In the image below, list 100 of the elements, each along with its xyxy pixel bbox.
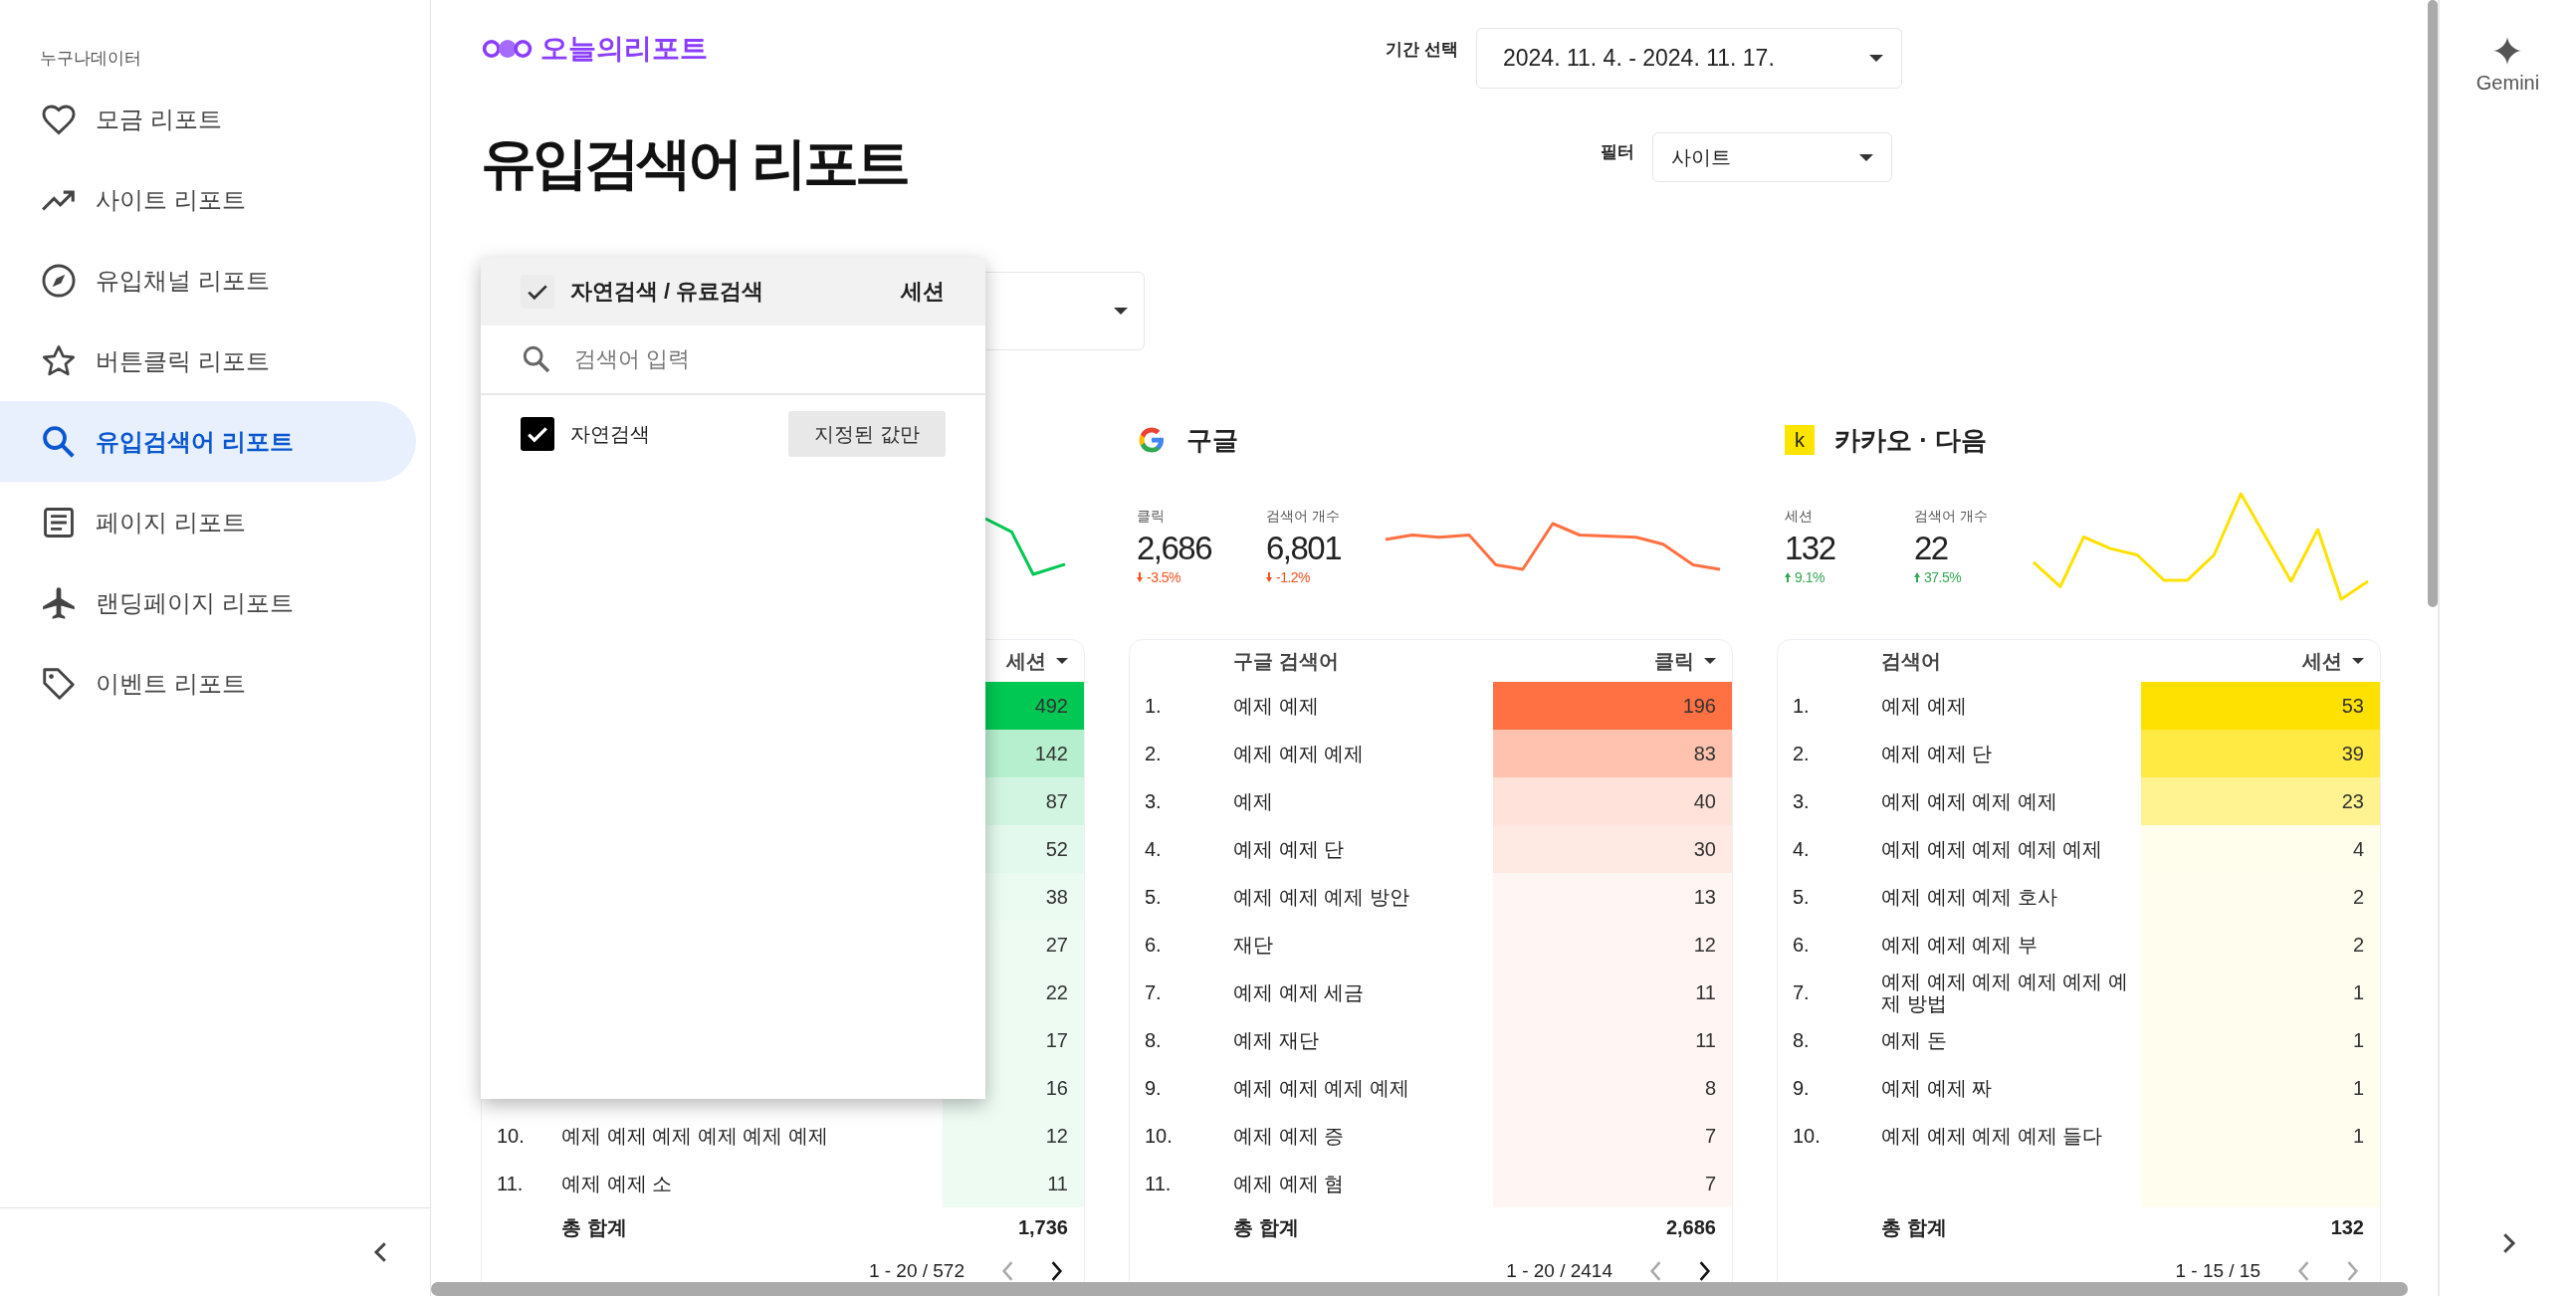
metric-label: 세션 [901,278,945,306]
site-filter-dropdown[interactable]: 사이트 [1652,132,1892,182]
keyword-cell-text: 예제 예제 세금 [1233,980,1366,1005]
keyword-cell-text: 예제 예제 [1881,694,1968,719]
keyword-cell-text: 예제 예제 단 [1881,742,1994,766]
vertical-scrollbar[interactable] [2428,0,2438,607]
rank-cell-text: 8. [1792,1027,1811,1053]
value-cell: 11 [943,1160,1084,1207]
pagination-text: 1 - 15 / 15 [2175,1260,2260,1282]
sort-caret-icon[interactable] [2352,658,2364,664]
sidebar-item[interactable]: 페이지 리포트 [0,482,416,562]
only-button[interactable]: 지정된 값만 [788,411,946,457]
metric-change: -1.2% [1276,569,1311,585]
keyword-cell-text: 예제 예제 예제 예제 [1881,789,2058,814]
rank-cell-text: 6. [1792,932,1811,958]
total-label: 총 합계 [1881,1214,1948,1240]
rank-cell-text: 6. [1144,932,1163,958]
next-page-icon[interactable] [1698,1260,1712,1282]
next-page-icon[interactable] [1050,1260,1064,1282]
caret-icon [1859,153,1873,161]
sidebar-item[interactable]: 이벤트 리포트 [0,643,416,724]
pagination-text: 1 - 20 / 572 [868,1260,965,1282]
keyword-cell-text: 예제 돈 [1881,1028,1948,1053]
value-cell: 2 [2141,873,2380,921]
total-value: 1,736 [1017,1215,1069,1239]
total-label: 총 합계 [561,1214,628,1240]
column-header: 검색어 [1881,648,1942,674]
sidebar-item[interactable]: 모금 리포트 [0,79,416,159]
arrow-down-icon [1137,572,1143,582]
column-header[interactable]: 클릭 [1654,647,1732,675]
google-logo-icon [1137,425,1167,455]
keyword-cell-text: 예제 [1233,789,1274,814]
value-cell: 7 [1493,1112,1732,1160]
sidebar-item[interactable]: 유입채널 리포트 [0,240,416,321]
sort-caret-icon[interactable] [1056,658,1068,664]
column-header[interactable]: 세션 [2302,647,2380,675]
rank-cell-text: 10. [1144,1123,1174,1149]
keyword-cell-text: 예제 예제 예제 [1233,742,1366,766]
value-cell: 12 [943,1112,1084,1160]
date-range-dropdown[interactable]: 2024. 11. 4. - 2024. 11. 17. [1476,28,1902,89]
column-header: 구글 검색어 [1233,648,1340,674]
keyword-cell-text: 예제 예제 예제 예제 [1233,1076,1410,1101]
value-cell: 11 [1493,969,1732,1016]
arrow-up-icon [1914,572,1920,582]
sidebar-item[interactable]: 유입검색어 리포트 [0,401,416,482]
rank-cell-text: 8. [1144,1027,1163,1053]
value-cell: 12 [1493,921,1732,969]
metric-value: 2,686 [1137,530,1213,567]
brand-label: 누구나데이터 [40,48,141,70]
rank-cell-text: 3. [1144,788,1163,814]
keyword-cell-text: 예제 재단 [1233,1028,1320,1053]
keyword-cell-text: 예제 예제 예제 예제 예제 예제 방법 [1881,970,2129,1016]
logo-text: 오늘의리포트 [540,32,708,66]
pagination-text: 1 - 20 / 2414 [1506,1260,1612,1282]
total-value: 132 [2330,1215,2365,1239]
rank-cell-text: 10. [496,1123,526,1149]
value-cell: 1 [2141,1064,2380,1112]
value-cell: 23 [2141,777,2380,825]
rank-cell-text: 4. [1792,836,1811,862]
value-cell: 53 [2141,682,2380,730]
metric-change: 9.1% [1795,569,1825,585]
value-cell: 1 [2141,969,2380,1016]
filter-label: 필터 [1601,141,1634,163]
keyword-cell-text: 예제 예제 예제 부 [1881,933,2039,958]
option-label: 자연검색 [570,421,650,447]
sidebar-item[interactable]: 사이트 리포트 [0,159,416,240]
value-cell: 1 [2141,1112,2380,1160]
select-all-checkbox[interactable] [521,275,554,309]
column-header[interactable]: 세션 [1006,647,1084,675]
caret-icon [1869,55,1883,62]
value-cell: 40 [1493,777,1732,825]
keyword-cell-text: 예제 예제 예제 방안 [1233,885,1410,910]
value-cell: 4 [2141,825,2380,873]
sidebar-item[interactable]: 버튼클릭 리포트 [0,321,416,401]
keyword-cell-text: 예제 예제 예제 호사 [1881,885,2058,910]
value-cell: 2 [2141,921,2380,969]
rank-cell-text: 2. [1792,741,1811,766]
checkbox[interactable] [521,417,554,451]
source-title: 구글 [1186,423,1238,457]
rank-cell-text: 10. [1792,1123,1822,1149]
rank-cell-text: 2. [1144,741,1163,766]
value-cell: 196 [1493,682,1732,730]
rank-cell-text: 7. [1144,979,1163,1005]
total-label: 총 합계 [1233,1214,1300,1240]
rank-cell-text: 1. [1792,693,1811,719]
value-cell: 1 [2141,1016,2380,1064]
metric-label: 검색어 개수 [1914,508,1989,526]
horizontal-scrollbar[interactable] [431,1282,2408,1296]
rank-cell-text: 5. [1144,884,1163,910]
arrow-up-icon [1785,572,1791,582]
assistant-label: Gemini [2475,72,2540,95]
search-field[interactable]: 검색어 입력 [572,345,955,373]
value-cell: 30 [1493,825,1732,873]
rank-cell-text: 11. [496,1171,525,1196]
dimension-label: 자연검색 / 유료검색 [570,278,764,306]
value-cell: 11 [1493,1016,1732,1064]
sort-caret-icon[interactable] [1704,658,1716,664]
keyword-cell-text: 예제 예제 예제 예제 예제 예제 [561,1124,829,1149]
sidebar-item[interactable]: 랜딩페이지 리포트 [0,562,416,643]
keyword-cell-text: 예제 예제 소 [561,1172,674,1196]
